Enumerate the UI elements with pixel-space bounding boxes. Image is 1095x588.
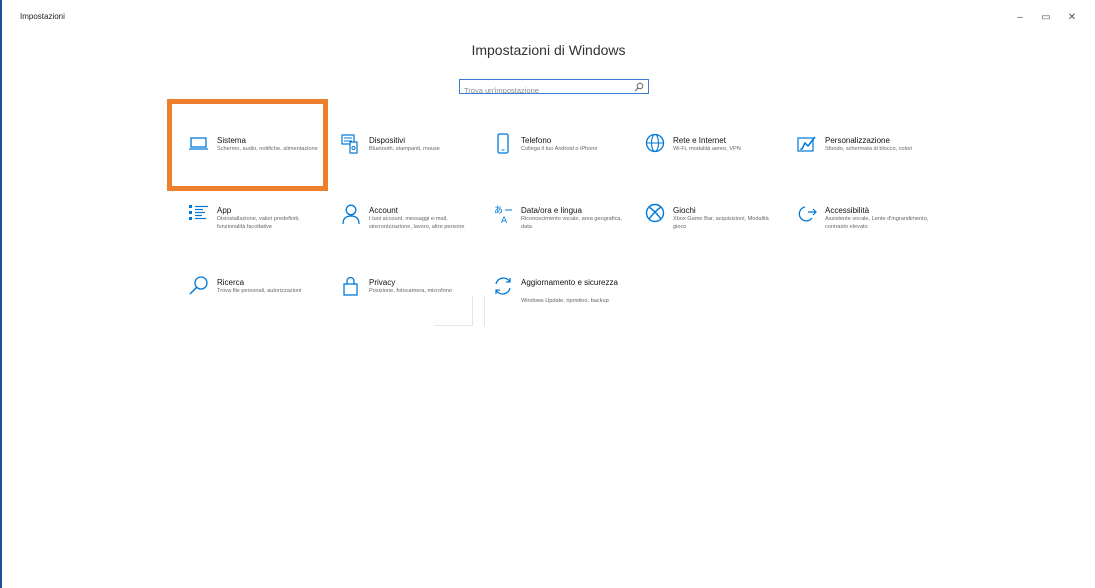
tile-dispositivi[interactable]: Dispositivi Bluetooth, stampanti, mouse	[340, 133, 480, 193]
search-icon[interactable]	[634, 82, 644, 92]
tile-description: Sfondo, schermata di blocco, colori	[825, 146, 913, 152]
settings-window: Impostazioni – ▭ ✕ Impostazioni di Windo…	[0, 0, 1095, 588]
tile-giochi[interactable]: Giochi Xbox Game Bar, acquisizioni, Moda…	[644, 203, 784, 263]
tile-description: Disinstallazione, valori predefiniti, fu…	[217, 216, 300, 230]
accessibility-icon	[796, 203, 818, 225]
tile-description: Bluetooth, stampanti, mouse	[369, 146, 440, 152]
personalization-icon	[796, 133, 818, 155]
xbox-icon	[644, 203, 666, 225]
tile-title: Accessibilità	[825, 206, 870, 215]
search-icon	[188, 275, 210, 297]
lock-icon	[340, 275, 362, 297]
minimize-button[interactable]: –	[1007, 8, 1033, 26]
page-title: Impostazioni di Windows	[471, 42, 626, 58]
tile-personalizzazione[interactable]: Personalizzazione Sfondo, schermata di b…	[796, 133, 936, 193]
tile-description: Collega il tuo Android o iPhone	[521, 146, 598, 152]
tile-title: Data/ora e lingua	[521, 206, 582, 215]
apps-icon	[188, 203, 210, 225]
maximize-button[interactable]: ▭	[1033, 8, 1059, 26]
devices-icon	[340, 133, 362, 155]
tile-description: I tuoi account, messaggi e-mail, sincron…	[369, 216, 465, 230]
tile-description: Posizione, fotocamera, microfono	[369, 288, 453, 294]
tile-title: Dispositivi	[369, 136, 406, 145]
tile-title: Account	[369, 206, 398, 215]
tile-title: Privacy	[369, 278, 396, 287]
search-input[interactable]	[460, 84, 629, 97]
tile-accessibilita[interactable]: Accessibilità Assistente vocale, Lente d…	[796, 203, 936, 263]
title-bar: Impostazioni – ▭ ✕	[4, 0, 1095, 30]
svg-text:あ: あ	[494, 205, 503, 216]
tile-title: App	[217, 206, 232, 215]
tile-ricerca[interactable]: Ricerca Trova file personali, autorizzaz…	[188, 275, 328, 335]
search-box[interactable]	[459, 79, 649, 97]
phone-icon	[492, 133, 514, 155]
tile-description: Windows Update, ripristino, backup	[521, 298, 609, 304]
tile-description: Assistente vocale, Lente d'ingrandimento…	[825, 216, 929, 230]
app-title: Impostazioni	[20, 12, 65, 21]
tile-data-ora-lingua[interactable]: あA Data/ora e lingua Riconoscimento voca…	[492, 203, 632, 263]
tile-title: Giochi	[673, 206, 696, 215]
update-icon	[492, 275, 514, 297]
tile-description: Trova file personali, autorizzazioni	[217, 288, 302, 294]
tile-title: Aggiornamento e sicurezza	[521, 278, 618, 287]
tile-title: Rete e Internet	[673, 136, 726, 145]
divider	[472, 296, 473, 326]
tile-telefono[interactable]: Telefono Collega il tuo Android o iPhone	[492, 133, 632, 193]
window-controls: – ▭ ✕	[1007, 8, 1085, 26]
tile-title: Personalizzazione	[825, 136, 890, 145]
account-icon	[340, 203, 362, 225]
tile-app[interactable]: App Disinstallazione, valori predefiniti…	[188, 203, 328, 263]
tile-rete-internet[interactable]: Rete e Internet Wi-Fi, modalità aereo, V…	[644, 133, 784, 193]
highlight-box	[167, 99, 328, 191]
tile-privacy[interactable]: Privacy Posizione, fotocamera, microfono	[340, 275, 480, 335]
tile-description: Wi-Fi, modalità aereo, VPN	[673, 146, 741, 152]
close-button[interactable]: ✕	[1059, 8, 1085, 26]
svg-text:A: A	[501, 216, 508, 225]
divider	[434, 325, 472, 326]
divider	[484, 296, 485, 326]
time-language-icon: あA	[492, 203, 514, 225]
tile-aggiornamento-sicurezza[interactable]: Aggiornamento e sicurezza Windows Update…	[492, 275, 632, 335]
tile-account[interactable]: Account I tuoi account, messaggi e-mail,…	[340, 203, 480, 263]
tile-title: Ricerca	[217, 278, 245, 287]
tile-title: Telefono	[521, 136, 552, 145]
tile-description: Riconoscimento vocale, area geografica, …	[521, 216, 623, 230]
globe-icon	[644, 133, 666, 155]
tile-description: Xbox Game Bar, acquisizioni, Modalità gi…	[673, 216, 769, 230]
